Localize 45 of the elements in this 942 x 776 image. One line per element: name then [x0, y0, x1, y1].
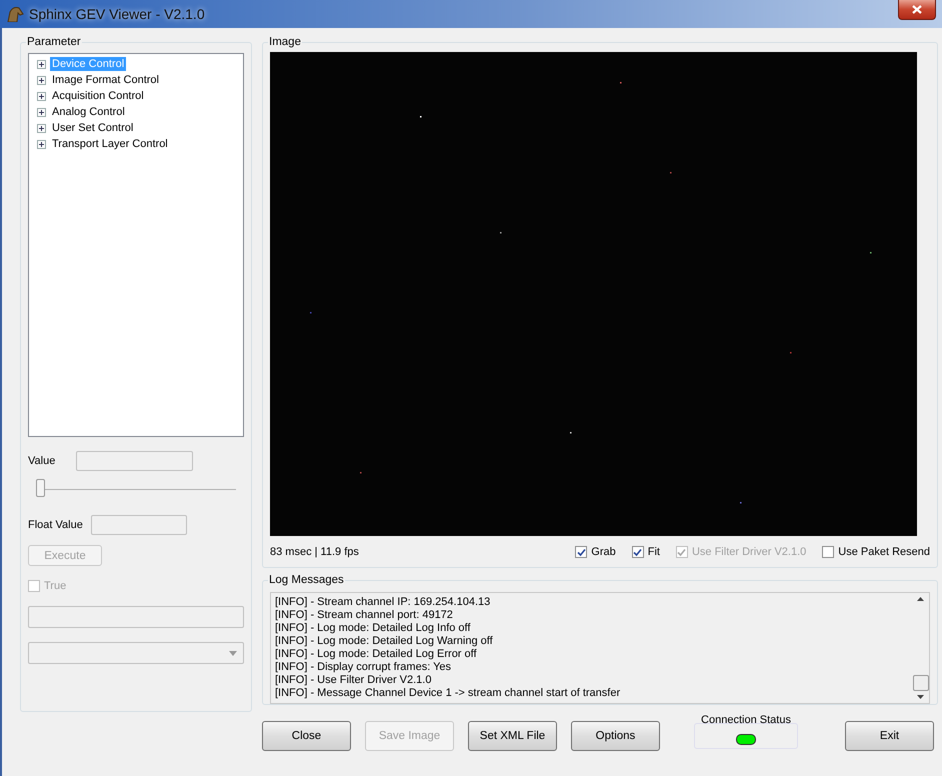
option-checkbox[interactable]: Grab: [575, 546, 616, 558]
expand-icon[interactable]: [37, 140, 46, 148]
expand-icon[interactable]: [37, 60, 46, 68]
field-label: Float Value: [28, 519, 83, 531]
tree-item[interactable]: User Set Control: [50, 121, 136, 135]
check-icon: [677, 548, 686, 556]
log-message: [INFO] - Log mode: Detailed Log Error off: [275, 648, 478, 661]
expand-icon[interactable]: [37, 124, 46, 132]
tree-item[interactable]: Analog Control: [50, 105, 127, 119]
expand-icon[interactable]: [37, 92, 46, 100]
log-message: [INFO] - Log mode: Detailed Log Warning off: [275, 635, 494, 648]
field-label: Value: [28, 455, 56, 467]
window-title: Sphinx GEV Viewer - V2.1.0: [29, 6, 205, 22]
tree-item[interactable]: Acquisition Control: [50, 89, 146, 103]
scroll-thumb[interactable]: [912, 675, 928, 691]
check-icon: [633, 548, 642, 556]
tree-item[interactable]: Transport Layer Control: [50, 137, 170, 151]
status-label: Connection Status: [700, 714, 792, 726]
scroll-down-icon[interactable]: [917, 695, 924, 699]
action-button[interactable]: Set XML File: [468, 721, 557, 751]
log-message: [INFO] - Log mode: Detailed Log Info off: [275, 622, 472, 635]
option-checkbox[interactable]: Fit: [632, 546, 660, 558]
log-message: [INFO] - Stream channel IP: 169.254.104.13: [275, 596, 492, 609]
panel-title: Log Messages: [268, 574, 345, 586]
expand-icon[interactable]: [37, 76, 46, 84]
panel-title: Image: [268, 36, 302, 48]
dropdown-arrow-icon: [229, 650, 237, 656]
check-icon: [576, 548, 586, 556]
text-field[interactable]: [28, 606, 244, 628]
action-button[interactable]: Close: [262, 721, 351, 751]
slider-thumb[interactable]: [36, 479, 45, 497]
panel-title: Parameter: [26, 36, 82, 48]
log-message: [INFO] - Message Channel Device 1 -> stream channel start of transfer: [275, 687, 622, 700]
log-message: [INFO] - Use Filter Driver V2.1.0: [275, 674, 432, 687]
option-checkbox[interactable]: Use Paket Resend: [822, 546, 930, 558]
frame-rate-text: 83 msec | 11.9 fps: [270, 546, 359, 558]
exit-button[interactable]: Exit: [845, 721, 934, 751]
expand-icon[interactable]: [37, 108, 46, 116]
close-icon[interactable]: [898, 0, 936, 20]
log-message: [INFO] - Display corrupt frames: Yes: [275, 661, 452, 674]
horse-head-icon: [6, 6, 24, 22]
scroll-up-icon[interactable]: [917, 597, 924, 601]
action-button[interactable]: Options: [571, 721, 660, 751]
log-message: [INFO] - Stream channel port: 49172: [275, 609, 454, 622]
tree-item[interactable]: Image Format Control: [50, 73, 161, 87]
